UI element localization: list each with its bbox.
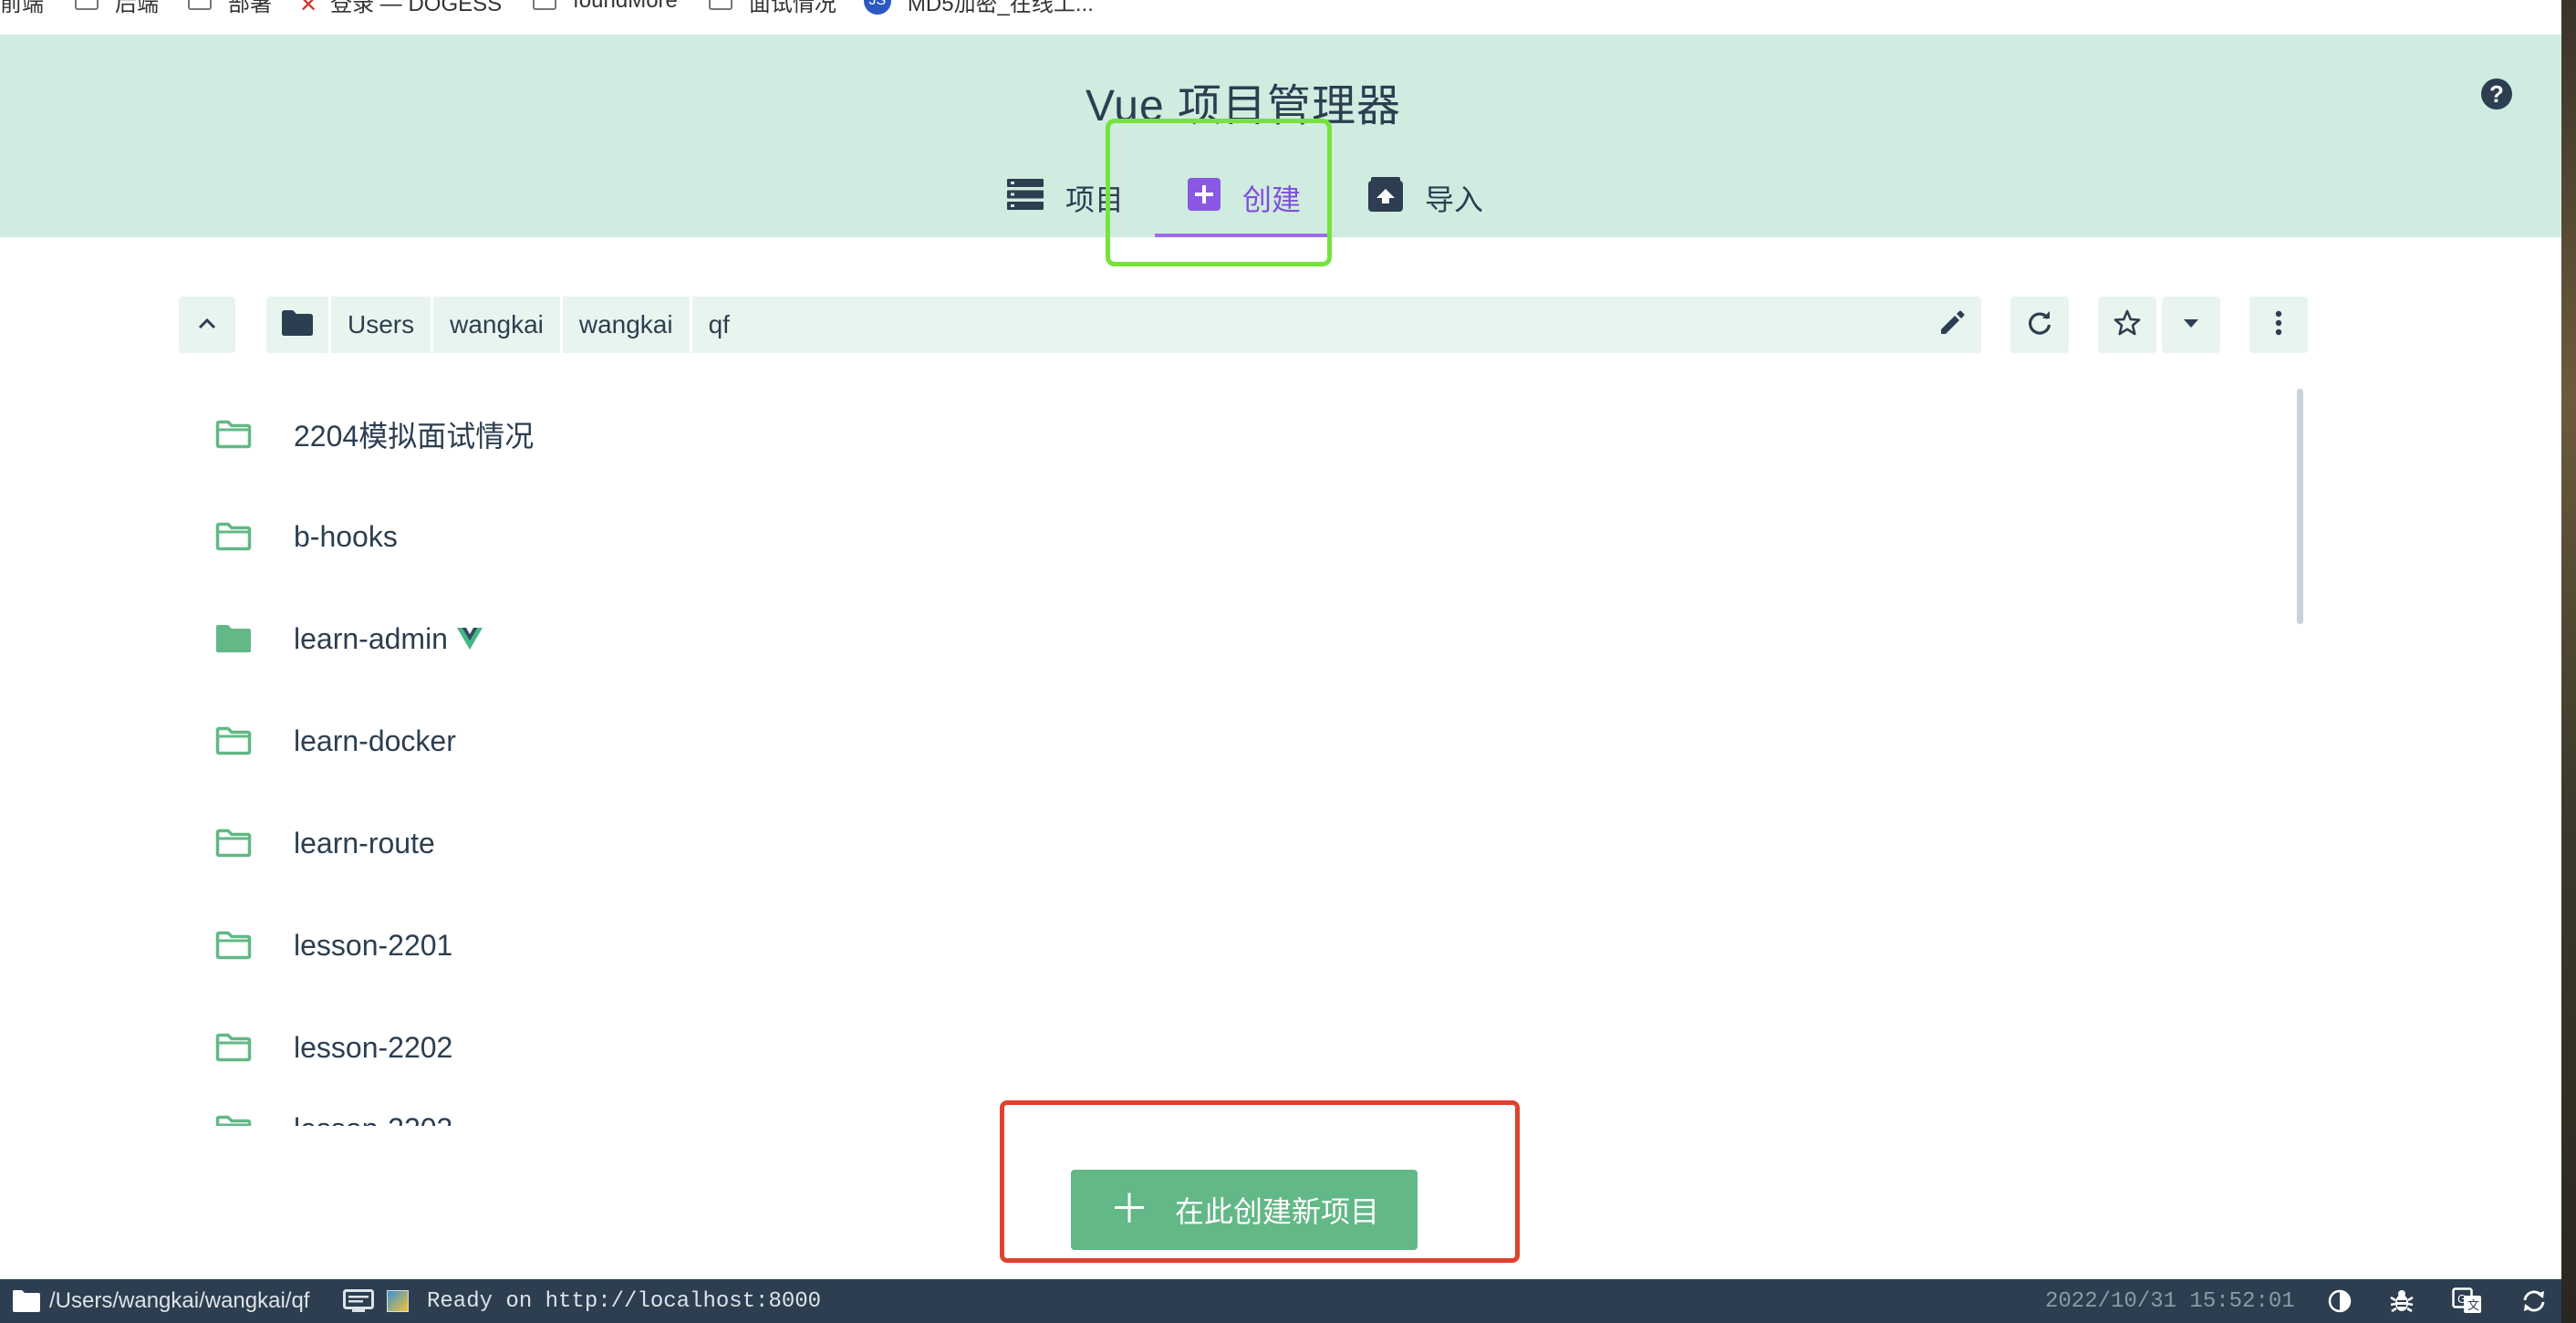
folder-outline-icon [215, 931, 254, 960]
folder-outline-icon [215, 1115, 254, 1126]
site-icon: ✕ [299, 0, 318, 17]
bookmark-item[interactable]: ✕ 登录 — DOGESS [299, 0, 502, 17]
svg-text:G: G [2457, 1293, 2466, 1306]
bookmark-item[interactable]: foundMore [533, 0, 678, 13]
breadcrumb: Users wangkai wangkai qf [266, 297, 1981, 353]
root-folder-button[interactable] [266, 297, 331, 353]
bookmark-label: MD5加密_在线工... [907, 0, 1094, 16]
scrollbar[interactable] [2297, 389, 2303, 624]
tab-label: 导入 [1425, 183, 1484, 216]
status-datetime: 2022/10/31 15:52:01 [2045, 1288, 2295, 1314]
log-indicator[interactable]: Ready on http://localhost:8000 [343, 1279, 821, 1323]
breadcrumb-segment[interactable]: Users [331, 297, 434, 353]
star-outline-icon [2114, 309, 2141, 341]
list-item[interactable]: 2204模拟面试情况 [179, 383, 2304, 485]
bookmark-label: foundMore [573, 0, 678, 13]
folder-icon [188, 0, 212, 10]
folder-name: 2204模拟面试情况 [294, 420, 535, 453]
bookmark-item[interactable]: 后端 [75, 0, 159, 16]
translate-icon[interactable]: G文 [2452, 1287, 2483, 1315]
edit-path-button[interactable] [1923, 297, 1981, 353]
annotation-highlight-green [1106, 119, 1332, 266]
status-actions: G文 [2328, 1279, 2576, 1323]
folder-icon [708, 0, 732, 10]
folder-name: lesson-2202 [294, 1030, 453, 1064]
pencil-icon [1939, 310, 1965, 340]
folder-name: b-hooks [294, 519, 398, 553]
bookmark-label: 后端 [115, 0, 159, 16]
bookmark-label: 部署 [228, 0, 272, 16]
folder-name: learn-route [294, 826, 435, 859]
svg-text:文: 文 [2467, 1299, 2479, 1313]
list-icon [1007, 179, 1044, 217]
folder-outline-icon [215, 522, 254, 551]
bookmark-label: 面试情况 [748, 0, 836, 16]
cwd-path: /Users/wangkai/wangkai/qf [49, 1288, 310, 1313]
folder-outline-icon [215, 726, 254, 755]
annotation-highlight-red [1000, 1100, 1520, 1263]
list-item[interactable]: learn-route [179, 792, 2304, 894]
bug-report-icon[interactable] [2390, 1288, 2414, 1314]
parent-folder-button[interactable] [179, 297, 235, 353]
breadcrumb-segment[interactable]: qf [692, 297, 1923, 353]
bookmarks-bar: 前端 后端 部署 ✕ 登录 — DOGESS foundMore 面试情况 JS M… [0, 0, 2561, 36]
refresh-icon [2027, 310, 2052, 340]
favorite-button[interactable] [2098, 297, 2156, 353]
desktop-background [2561, 0, 2576, 1323]
status-bar: /Users/wangkai/wangkai/qf Ready on http:… [0, 1279, 2561, 1323]
more-vertical-icon [2275, 310, 2282, 340]
breadcrumb-segment[interactable]: wangkai [433, 297, 563, 353]
app-image-icon [387, 1290, 409, 1312]
bookmark-label: 前端 [0, 0, 44, 16]
bookmark-item[interactable]: JS MD5加密_在线工... [863, 0, 1094, 16]
list-item[interactable]: lesson-2202 [179, 996, 2304, 1099]
folder-icon [13, 1290, 40, 1312]
bookmark-label: 登录 — DOGESS [330, 0, 503, 16]
bookmark-item[interactable]: 前端 [0, 0, 44, 16]
refresh-icon[interactable] [2521, 1289, 2547, 1313]
folder-outline-icon [215, 1033, 254, 1062]
refresh-button[interactable] [2010, 297, 2069, 353]
folder-icon [533, 0, 557, 10]
bookmark-item[interactable]: 面试情况 [708, 0, 836, 16]
caret-down-icon [2184, 317, 2198, 333]
import-icon [1368, 177, 1403, 219]
folder-name: lesson-2201 [294, 928, 453, 962]
favorites-dropdown-button[interactable] [2162, 297, 2220, 353]
bookmark-item[interactable]: 部署 [188, 0, 272, 16]
help-icon[interactable]: ? [2481, 78, 2512, 109]
log-message: Ready on http://localhost:8000 [427, 1288, 822, 1314]
vue-logo-icon [456, 628, 483, 650]
chevron-up-icon [198, 317, 216, 334]
dark-mode-icon[interactable] [2328, 1289, 2352, 1313]
folder-name: learn-docker [294, 724, 456, 757]
list-item[interactable]: lesson-2201 [179, 894, 2304, 996]
folder-list: 2204模拟面试情况 b-hooks learn-admin learn-doc… [179, 383, 2304, 1141]
folder-outline-icon [215, 828, 254, 858]
terminal-icon [343, 1289, 374, 1313]
folder-filled-icon [215, 624, 254, 653]
breadcrumb-segment[interactable]: wangkai [563, 297, 692, 353]
list-item[interactable]: b-hooks [179, 485, 2304, 588]
folder-name: learn-admin [294, 621, 448, 655]
folder-icon [282, 309, 313, 340]
folder-icon [75, 0, 99, 10]
folder-outline-icon [215, 420, 254, 449]
more-options-button[interactable] [2249, 297, 2308, 353]
tab-import[interactable]: 导入 [1368, 172, 1483, 224]
list-item[interactable]: learn-docker [179, 690, 2304, 792]
folder-name: lesson-2203 [294, 1112, 452, 1126]
cwd-indicator[interactable]: /Users/wangkai/wangkai/qf [13, 1279, 309, 1323]
list-item[interactable]: learn-admin [179, 588, 2304, 690]
js-icon: JS [863, 0, 891, 15]
